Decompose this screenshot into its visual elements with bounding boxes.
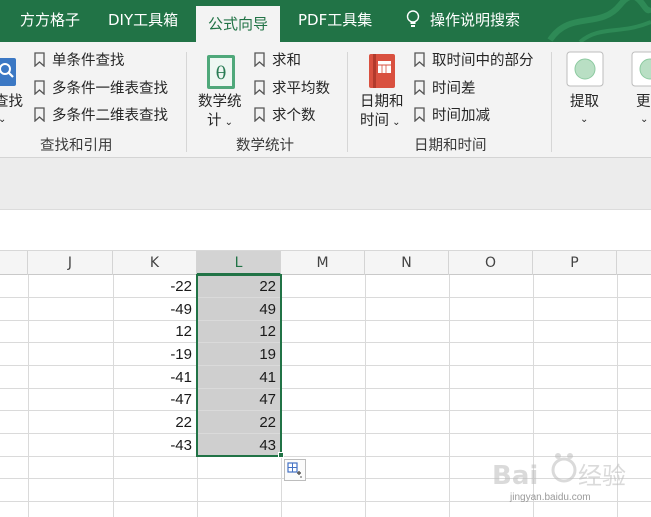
fill-handle[interactable] <box>278 452 284 458</box>
group-label-datetime: 日期和时间 <box>414 138 487 154</box>
grid-line <box>0 320 651 321</box>
more-dropdown-icon[interactable]: ⌄ <box>640 110 648 130</box>
single-condition-lookup[interactable]: 单条件查找 <box>34 50 125 72</box>
bookmark-icon <box>254 80 265 95</box>
ribbon-panel: 查找 ⌄ 单条件查找 多条件一维表查找 多条件二维表查找 查找和引用 θ 数学统… <box>0 42 651 158</box>
sheet-toolbar-area <box>0 211 651 251</box>
time-add-item[interactable]: 时间加减 <box>414 105 490 127</box>
count-item[interactable]: 求个数 <box>254 105 316 127</box>
bookmark-icon <box>254 107 265 122</box>
cell-k7[interactable]: 22 <box>113 412 197 434</box>
grid-line <box>0 433 651 434</box>
column-header-o[interactable]: O <box>449 251 533 275</box>
paste-options-icon <box>287 462 302 478</box>
cell-k8[interactable]: -43 <box>113 435 197 457</box>
column-header-blank[interactable] <box>0 251 28 275</box>
tab-diy-toolbox[interactable]: DIY工具箱 <box>108 0 178 42</box>
watermark-url: jingyan.baidu.com <box>510 492 591 503</box>
datetime-big-label-line1[interactable]: 日期和 <box>360 92 404 112</box>
column-header-q[interactable] <box>617 251 651 275</box>
time-diff-item[interactable]: 时间差 <box>414 78 476 100</box>
group-label-lookup: 查找和引用 <box>40 138 113 154</box>
group-separator <box>186 52 187 152</box>
grid-line <box>449 275 450 517</box>
grid-line <box>365 275 366 517</box>
bookmark-icon <box>34 107 45 122</box>
lightbulb-icon <box>406 10 420 27</box>
multi-condition-1d-lookup[interactable]: 多条件一维表查找 <box>34 78 168 100</box>
column-header-k[interactable]: K <box>113 251 197 275</box>
column-header-p[interactable]: P <box>533 251 617 275</box>
column-header-m[interactable]: M <box>281 251 365 275</box>
multi-condition-2d-lookup-label: 多条件二维表查找 <box>52 108 168 124</box>
svg-text:经验: 经验 <box>578 462 626 490</box>
column-header-n[interactable]: N <box>365 251 449 275</box>
tab-formula-wizard[interactable]: 公式向导 <box>196 6 281 42</box>
ribbon-tab-bar: 方方格子 DIY工具箱 公式向导 PDF工具集 操作说明搜索 <box>0 0 651 42</box>
math-big-label-line1[interactable]: 数学统 <box>198 92 242 112</box>
group-separator <box>347 52 348 152</box>
bookmark-icon <box>34 80 45 95</box>
svg-text:Bai: Bai <box>492 461 538 491</box>
bookmark-icon <box>34 52 45 67</box>
tab-pdf-tools[interactable]: PDF工具集 <box>298 0 372 42</box>
theta-function-icon[interactable]: θ <box>206 54 236 90</box>
time-diff-label: 时间差 <box>432 81 476 97</box>
lookup-dropdown-icon[interactable]: ⌄ <box>0 110 6 130</box>
group-label-math: 数学统计 <box>236 138 294 154</box>
group-separator <box>551 52 552 152</box>
grid-line <box>28 275 29 517</box>
column-headers: J K L M N O P <box>0 251 651 275</box>
grid-line <box>0 388 651 389</box>
cell-k5[interactable]: -41 <box>113 367 197 389</box>
cell-k1[interactable]: -22 <box>113 276 197 298</box>
math-big-label-line2[interactable]: 计 ⌄ <box>207 111 233 133</box>
decorative-pattern <box>547 0 651 42</box>
more-label[interactable]: 更 <box>636 92 651 112</box>
sum-label: 求和 <box>272 53 301 69</box>
tab-search-help[interactable]: 操作说明搜索 <box>406 0 520 42</box>
datetime-big-label-line2[interactable]: 时间 ⌄ <box>360 111 401 133</box>
sum-item[interactable]: 求和 <box>254 50 301 72</box>
time-add-label: 时间加减 <box>432 108 490 124</box>
bookmark-icon <box>414 80 425 95</box>
grid-line <box>0 342 651 343</box>
calendar-book-icon[interactable] <box>368 52 398 90</box>
paste-options-button[interactable] <box>284 459 306 481</box>
multi-condition-2d-lookup[interactable]: 多条件二维表查找 <box>34 105 168 127</box>
cell-k4[interactable]: -19 <box>113 344 197 366</box>
svg-text:θ: θ <box>216 63 227 84</box>
multi-condition-1d-lookup-label: 多条件一维表查找 <box>52 81 168 97</box>
tab-fangfang[interactable]: 方方格子 <box>20 0 80 42</box>
cell-k2[interactable]: -49 <box>113 299 197 321</box>
column-header-j[interactable]: J <box>28 251 113 275</box>
column-header-l[interactable]: L <box>197 251 281 275</box>
extract-icon[interactable] <box>566 51 604 87</box>
grid-line <box>0 365 651 366</box>
time-part-label: 取时间中的部分 <box>432 53 534 69</box>
bookmark-icon <box>254 52 265 67</box>
search-help-label: 操作说明搜索 <box>430 11 521 29</box>
selection-border <box>196 274 282 457</box>
formula-bar-area[interactable] <box>0 158 651 210</box>
count-label: 求个数 <box>272 108 316 124</box>
bookmark-icon <box>414 52 425 67</box>
bookmark-icon <box>414 107 425 122</box>
average-label: 求平均数 <box>272 81 330 97</box>
grid-line <box>0 410 651 411</box>
extract-label[interactable]: 提取 <box>570 92 599 112</box>
search-big-icon[interactable] <box>0 58 16 86</box>
lookup-big-label[interactable]: 查找 <box>0 92 23 112</box>
more-icon[interactable] <box>631 51 651 87</box>
extract-dropdown-icon[interactable]: ⌄ <box>580 110 588 130</box>
grid-line <box>0 297 651 298</box>
average-item[interactable]: 求平均数 <box>254 78 330 100</box>
time-part-item[interactable]: 取时间中的部分 <box>414 50 534 72</box>
cell-k3[interactable]: 12 <box>113 321 197 343</box>
cell-k6[interactable]: -47 <box>113 389 197 411</box>
single-condition-lookup-label: 单条件查找 <box>52 53 125 69</box>
